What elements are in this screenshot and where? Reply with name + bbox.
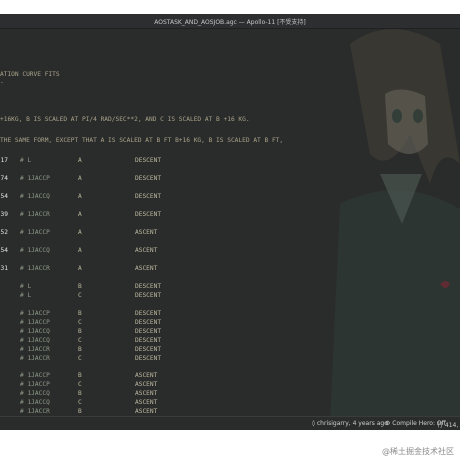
status-bar: ◊ chrisigarry, 4 years ago ⚙ Compile Her… — [0, 416, 460, 430]
code-line: # 1JACCQ C DESCENT — [0, 336, 300, 345]
phase-label: DESCENT — [135, 337, 162, 344]
code-line: 74 # 1JACCP A DESCENT — [0, 174, 300, 183]
code-line: # 1JACCR B ASCENT — [0, 407, 300, 416]
phase-label: DESCENT — [135, 328, 162, 335]
coefficient-label: B — [78, 390, 82, 397]
code-line: 54 # 1JACCQ A ASCENT — [0, 246, 300, 255]
line-number: 52 — [0, 229, 8, 236]
watermark: @稀土掘金技术社区 — [382, 447, 454, 456]
code-comment: # 1JACCP — [20, 319, 50, 326]
coefficient-label: C — [78, 355, 82, 362]
code-comment: # 1JACCP — [20, 175, 50, 182]
coefficient-label: C — [78, 399, 82, 406]
phase-label: DESCENT — [135, 310, 162, 317]
code-comment: # 1JACCR — [20, 265, 50, 272]
code-editor[interactable]: ATION CURVE FITS - +16KG, B IS SCALED AT P… — [0, 20, 460, 424]
phase-label: ASCENT — [135, 399, 158, 406]
coefficient-label: A — [78, 229, 82, 236]
coefficient-label: A — [78, 175, 82, 182]
code-line: # L B DESCENT — [0, 282, 300, 291]
coefficient-label: A — [78, 211, 82, 218]
editor-window: AOSTASK_AND_AOSJOB.agc — Apollo-11 [不受支持… — [0, 14, 460, 430]
code-line: # 1JACCP B ASCENT — [0, 371, 300, 380]
git-blame-status[interactable]: ◊ chrisigarry, 4 years ago — [312, 420, 388, 427]
code-line: # L C DESCENT — [0, 291, 300, 300]
code-line-prose: +16KG, B IS SCALED AT PI/4 RAD/SEC**2, A… — [0, 116, 250, 123]
code-line: 39 # 1JACCR A DESCENT — [0, 210, 300, 219]
coefficient-label: B — [78, 310, 82, 317]
code-comment: # 1JACCQ — [20, 390, 50, 397]
code-comment: # L — [20, 292, 32, 299]
coefficient-label: A — [78, 157, 82, 164]
code-line: 17 # L A DESCENT — [0, 156, 300, 165]
code-comment: # 1JACCQ — [20, 193, 50, 200]
coefficient-label: C — [78, 292, 82, 299]
phase-label: DESCENT — [135, 346, 162, 353]
coefficient-label: B — [78, 328, 82, 335]
phase-label: ASCENT — [135, 247, 158, 254]
code-comment: # 1JACCQ — [20, 328, 50, 335]
code-line: # 1JACCP B DESCENT — [0, 309, 300, 318]
code-line: 31 # 1JACCR A ASCENT — [0, 264, 300, 273]
line-number: 54 — [0, 193, 8, 200]
code-line-prose: THE SAME FORM, EXCEPT THAT A IS SCALED A… — [0, 137, 284, 144]
coefficient-label: B — [78, 372, 82, 379]
code-comment: # 1JACCP — [20, 372, 50, 379]
coefficient-label: A — [78, 193, 82, 200]
code-comment: # 1JACCR — [20, 408, 50, 415]
code-comment: # L — [20, 157, 32, 164]
coefficient-label: B — [78, 346, 82, 353]
code-comment: # 1JACCQ — [20, 337, 50, 344]
coefficient-label: B — [78, 283, 82, 290]
code-line: 54 # 1JACCQ A DESCENT — [0, 192, 300, 201]
code-comment: # 1JACCQ — [20, 247, 50, 254]
phase-label: ASCENT — [135, 408, 158, 415]
phase-label: ASCENT — [135, 372, 158, 379]
code-line: # 1JACCQ B ASCENT — [0, 389, 300, 398]
code-line-header: - — [0, 79, 4, 86]
code-comment: # 1JACCP — [20, 310, 50, 317]
line-number: 31 — [0, 265, 8, 272]
phase-label: DESCENT — [135, 355, 162, 362]
code-comment: # L — [20, 283, 32, 290]
phase-label: ASCENT — [135, 229, 158, 236]
code-line: # 1JACCP C DESCENT — [0, 318, 300, 327]
phase-label: DESCENT — [135, 283, 162, 290]
coefficient-label: C — [78, 381, 82, 388]
code-comment: # 1JACCP — [20, 229, 50, 236]
line-number: 17 — [0, 157, 8, 164]
coefficient-label: C — [78, 337, 82, 344]
line-number: 74 — [0, 175, 8, 182]
code-comment: # 1JACCR — [20, 211, 50, 218]
line-number: 54 — [0, 247, 8, 254]
coefficient-label: B — [78, 408, 82, 415]
phase-label: DESCENT — [135, 211, 162, 218]
code-line-header: ATION CURVE FITS — [0, 71, 60, 78]
code-comment: # 1JACCP — [20, 381, 50, 388]
code-line: # 1JACCQ C ASCENT — [0, 398, 300, 407]
code-line: # 1JACCQ B DESCENT — [0, 327, 300, 336]
coefficient-label: C — [78, 319, 82, 326]
coefficient-label: A — [78, 265, 82, 272]
code-line: # 1JACCR C DESCENT — [0, 354, 300, 363]
phase-label: ASCENT — [135, 265, 158, 272]
phase-label: DESCENT — [135, 319, 162, 326]
code-comment: # 1JACCQ — [20, 399, 50, 406]
code-comment: # 1JACCR — [20, 355, 50, 362]
phase-label: DESCENT — [135, 292, 162, 299]
code-line: # 1JACCP C ASCENT — [0, 380, 300, 389]
code-comment: # 1JACCR — [20, 346, 50, 353]
phase-label: ASCENT — [135, 390, 158, 397]
phase-label: DESCENT — [135, 157, 162, 164]
phase-label: DESCENT — [135, 175, 162, 182]
phase-label: ASCENT — [135, 381, 158, 388]
code-line: 52 # 1JACCP A ASCENT — [0, 228, 300, 237]
coefficient-label: A — [78, 247, 82, 254]
phase-label: DESCENT — [135, 193, 162, 200]
cursor-position[interactable]: 行 414, — [437, 420, 458, 429]
line-number: 39 — [0, 211, 8, 218]
code-line: # 1JACCR B DESCENT — [0, 345, 300, 354]
